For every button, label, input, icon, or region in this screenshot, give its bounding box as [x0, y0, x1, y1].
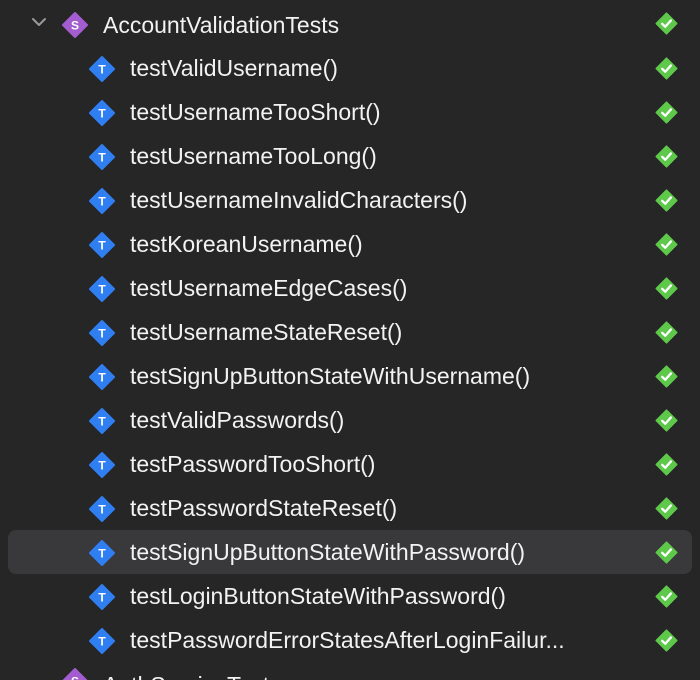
passed-checkmark-icon [655, 321, 678, 344]
next-test-class-row[interactable]: S AuthServiceTests [0, 661, 700, 680]
passed-checkmark-icon [655, 585, 678, 608]
test-method-icon: T [89, 496, 115, 522]
passed-checkmark-icon [655, 365, 678, 388]
test-method-name: testPasswordErrorStatesAfterLoginFailur.… [130, 627, 565, 653]
test-method-name: testValidPasswords() [130, 407, 345, 433]
test-class-name: AccountValidationTests [103, 12, 340, 38]
passed-checkmark-icon [655, 541, 678, 564]
passed-checkmark-icon [655, 453, 678, 476]
test-method-badge-letter: T [98, 151, 106, 165]
test-method-badge-letter: T [98, 415, 106, 429]
test-method-row[interactable]: TtestUsernameInvalidCharacters() [0, 178, 700, 222]
passed-checkmark-icon [655, 497, 678, 520]
test-method-icon: T [89, 56, 115, 82]
test-method-name: testUsernameTooShort() [130, 99, 381, 125]
test-method-row[interactable]: TtestPasswordTooShort() [0, 442, 700, 486]
test-method-icon: T [89, 276, 115, 302]
test-method-name: testUsernameInvalidCharacters() [130, 187, 468, 213]
test-method-row[interactable]: TtestSignUpButtonStateWithUsername() [0, 354, 700, 398]
test-class-row[interactable]: S AccountValidationTests [0, 0, 700, 44]
test-method-row[interactable]: TtestLoginButtonStateWithPassword() [0, 574, 700, 618]
test-navigator: S AccountValidationTests TtestValidUsern… [0, 0, 700, 680]
test-method-badge-letter: T [98, 503, 106, 517]
test-method-name: testPasswordStateReset() [130, 495, 398, 521]
test-class-name: AuthServiceTests [103, 663, 281, 680]
passed-checkmark-icon [655, 189, 678, 212]
test-method-icon: T [89, 100, 115, 126]
test-method-name: testUsernameEdgeCases() [130, 275, 408, 301]
test-method-icon: T [89, 232, 115, 258]
test-method-row[interactable]: TtestSignUpButtonStateWithPassword() [8, 530, 692, 574]
test-method-icon: T [89, 452, 115, 478]
test-method-badge-letter: T [98, 635, 106, 649]
test-method-row[interactable]: TtestUsernameStateReset() [0, 310, 700, 354]
test-method-icon: T [89, 188, 115, 214]
test-method-badge-letter: T [98, 547, 106, 561]
test-method-name: testSignUpButtonStateWithPassword() [130, 539, 526, 565]
test-method-row[interactable]: TtestPasswordErrorStatesAfterLoginFailur… [0, 618, 700, 662]
passed-checkmark-icon [655, 629, 678, 652]
test-class-badge-letter: S [71, 19, 79, 33]
passed-checkmark-icon [655, 57, 678, 80]
test-method-badge-letter: T [98, 107, 106, 121]
chevron-down-icon[interactable] [31, 14, 47, 30]
test-method-icon: T [89, 364, 115, 390]
test-method-row[interactable]: TtestValidUsername() [0, 46, 700, 90]
test-method-row[interactable]: TtestValidPasswords() [0, 398, 700, 442]
test-method-icon: T [89, 408, 115, 434]
test-method-name: testKoreanUsername() [130, 231, 363, 257]
test-method-name: testPasswordTooShort() [130, 451, 376, 477]
test-method-icon: T [89, 320, 115, 346]
test-method-badge-letter: T [98, 371, 106, 385]
test-method-name: testUsernameStateReset() [130, 319, 403, 345]
test-method-name: testValidUsername() [130, 55, 338, 81]
test-method-row[interactable]: TtestKoreanUsername() [0, 222, 700, 266]
test-method-icon: T [89, 540, 115, 566]
test-method-badge-letter: T [98, 195, 106, 209]
test-method-badge-letter: T [98, 239, 106, 253]
test-class-icon: S [62, 12, 88, 38]
test-method-badge-letter: T [98, 591, 106, 605]
test-method-row[interactable]: TtestUsernameTooLong() [0, 134, 700, 178]
passed-checkmark-icon [655, 12, 678, 35]
test-method-row[interactable]: TtestPasswordStateReset() [0, 486, 700, 530]
passed-checkmark-icon [655, 277, 678, 300]
test-method-icon: T [89, 628, 115, 654]
passed-checkmark-icon [655, 101, 678, 124]
passed-checkmark-icon [655, 409, 678, 432]
test-method-name: testLoginButtonStateWithPassword() [130, 583, 506, 609]
test-method-badge-letter: T [98, 327, 106, 341]
test-method-row[interactable]: TtestUsernameEdgeCases() [0, 266, 700, 310]
test-method-badge-letter: T [98, 63, 106, 77]
test-class-icon: S [62, 668, 88, 680]
test-method-badge-letter: T [98, 283, 106, 297]
test-method-name: testSignUpButtonStateWithUsername() [130, 363, 531, 389]
passed-checkmark-icon [655, 145, 678, 168]
test-method-icon: T [89, 584, 115, 610]
test-method-name: testUsernameTooLong() [130, 143, 377, 169]
test-method-badge-letter: T [98, 459, 106, 473]
test-method-row[interactable]: TtestUsernameTooShort() [0, 90, 700, 134]
test-method-icon: T [89, 144, 115, 170]
passed-checkmark-icon [655, 233, 678, 256]
test-class-badge-letter: S [71, 675, 79, 680]
